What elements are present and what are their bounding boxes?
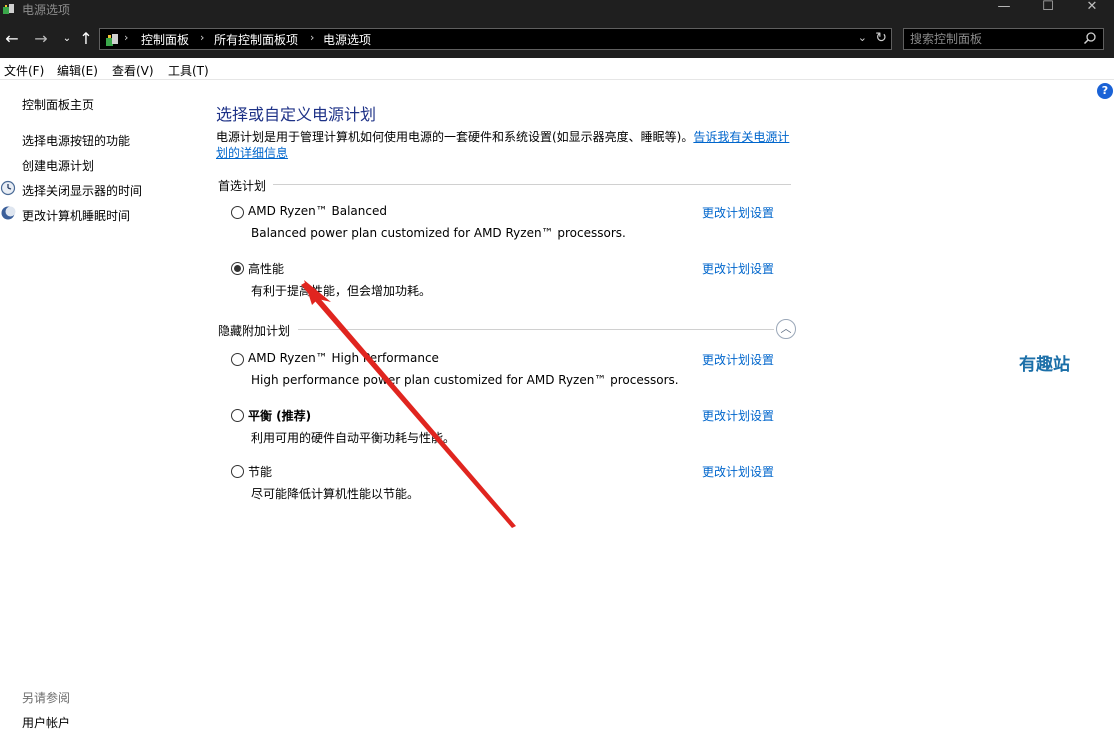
display-clock-icon bbox=[0, 180, 16, 196]
maximize-button[interactable]: ☐ bbox=[1026, 0, 1070, 18]
menu-bar: 文件(F) 编辑(E) 查看(V) 工具(T) bbox=[0, 58, 1114, 80]
menu-edit[interactable]: 编辑(E) bbox=[57, 62, 98, 79]
help-icon[interactable]: ? bbox=[1097, 83, 1113, 99]
close-button[interactable]: ✕ bbox=[1070, 0, 1114, 18]
recent-locations-button[interactable]: ⌄ bbox=[58, 30, 76, 48]
address-dropdown-icon[interactable]: ⌄ bbox=[858, 31, 867, 44]
description-text: 电源计划是用于管理计算机如何使用电源的一套硬件和系统设置(如显示器亮度、睡眠等)… bbox=[216, 130, 694, 144]
menu-view[interactable]: 查看(V) bbox=[112, 62, 154, 79]
control-panel-icon bbox=[106, 34, 118, 46]
see-also-heading: 另请参阅 bbox=[22, 691, 71, 705]
plan-radio-amd-high-performance[interactable] bbox=[231, 353, 244, 366]
change-plan-settings-link[interactable]: 更改计划设置 bbox=[702, 463, 774, 480]
plan-name-amd-high-performance[interactable]: AMD Ryzen™ High Performance bbox=[248, 351, 439, 365]
back-button[interactable]: ← bbox=[3, 30, 21, 48]
plan-name-power-saver[interactable]: 节能 bbox=[248, 463, 272, 480]
breadcrumb-control-panel[interactable]: 控制面板 bbox=[141, 31, 189, 48]
sidebar-item-user-accounts[interactable]: 用户帐户 bbox=[22, 714, 70, 731]
page-description: 电源计划是用于管理计算机如何使用电源的一套硬件和系统设置(如显示器亮度、睡眠等)… bbox=[216, 129, 796, 161]
plan-description-high-performance: 有利于提高性能，但会增加功耗。 bbox=[251, 284, 432, 298]
plan-description-amd-balanced: Balanced power plan customized for AMD R… bbox=[251, 226, 626, 240]
sleep-moon-icon bbox=[1, 206, 16, 220]
plan-description-balanced: 利用可用的硬件自动平衡功耗与性能。 bbox=[251, 431, 456, 445]
refresh-icon[interactable]: ↻ bbox=[875, 30, 887, 46]
sidebar-item-display-off-time[interactable]: 选择关闭显示器的时间 bbox=[22, 182, 142, 199]
plan-name-high-performance[interactable]: 高性能 bbox=[248, 260, 284, 277]
menu-file[interactable]: 文件(F) bbox=[4, 62, 44, 79]
plan-name-balanced[interactable]: 平衡 (推荐) bbox=[248, 407, 311, 424]
breadcrumb-power-options[interactable]: 电源选项 bbox=[323, 31, 371, 48]
breadcrumb-separator: › bbox=[200, 31, 205, 44]
minimize-button[interactable]: — bbox=[982, 0, 1026, 18]
navigation-bar: ← → ⌄ ↑ › 控制面板 › 所有控制面板项 › 电源选项 ⌄ ↻ bbox=[0, 20, 1114, 58]
plan-radio-high-performance[interactable] bbox=[231, 262, 244, 275]
search-icon[interactable] bbox=[1083, 31, 1097, 45]
plan-description-power-saver: 尽可能降低计算机性能以节能。 bbox=[251, 487, 420, 501]
plan-radio-power-saver[interactable] bbox=[231, 465, 244, 478]
title-bar: 电源选项 — ☐ ✕ bbox=[0, 0, 1114, 20]
section-divider bbox=[273, 184, 791, 185]
change-plan-settings-link[interactable]: 更改计划设置 bbox=[702, 204, 774, 221]
plan-radio-amd-balanced[interactable] bbox=[231, 206, 244, 219]
collapse-hidden-plans-button[interactable]: ︿ bbox=[776, 319, 796, 339]
search-input[interactable] bbox=[910, 31, 1080, 47]
menu-tools[interactable]: 工具(T) bbox=[168, 62, 209, 79]
section-divider bbox=[298, 329, 774, 330]
change-plan-settings-link[interactable]: 更改计划设置 bbox=[702, 351, 774, 368]
sidebar-item-sleep-time[interactable]: 更改计算机睡眠时间 bbox=[22, 207, 130, 224]
change-plan-settings-link[interactable]: 更改计划设置 bbox=[702, 260, 774, 277]
address-bar[interactable]: › 控制面板 › 所有控制面板项 › 电源选项 ⌄ ↻ bbox=[99, 28, 892, 50]
breadcrumb-all-items[interactable]: 所有控制面板项 bbox=[214, 31, 298, 48]
plan-radio-balanced[interactable] bbox=[231, 409, 244, 422]
change-plan-settings-link[interactable]: 更改计划设置 bbox=[702, 407, 774, 424]
forward-button[interactable]: → bbox=[32, 30, 50, 48]
preferred-plans-heading: 首选计划 bbox=[218, 179, 267, 193]
breadcrumb-separator: › bbox=[310, 31, 315, 44]
breadcrumb-separator: › bbox=[124, 31, 129, 44]
up-button[interactable]: ↑ bbox=[77, 30, 95, 48]
plan-name-amd-balanced[interactable]: AMD Ryzen™ Balanced bbox=[248, 204, 387, 218]
sidebar-item-power-buttons[interactable]: 选择电源按钮的功能 bbox=[22, 132, 130, 149]
watermark-logo: 有趣站 bbox=[1019, 355, 1070, 375]
plan-description-amd-high-performance: High performance power plan customized f… bbox=[251, 373, 679, 387]
search-box[interactable] bbox=[903, 28, 1104, 50]
window-title: 电源选项 bbox=[22, 3, 71, 17]
hidden-plans-heading: 隐藏附加计划 bbox=[218, 324, 291, 338]
annotation-arrow bbox=[301, 280, 516, 528]
sidebar-item-control-panel-home[interactable]: 控制面板主页 bbox=[22, 96, 94, 113]
power-options-icon bbox=[3, 4, 14, 14]
sidebar-item-create-plan[interactable]: 创建电源计划 bbox=[22, 157, 94, 174]
page-title: 选择或自定义电源计划 bbox=[216, 105, 377, 124]
